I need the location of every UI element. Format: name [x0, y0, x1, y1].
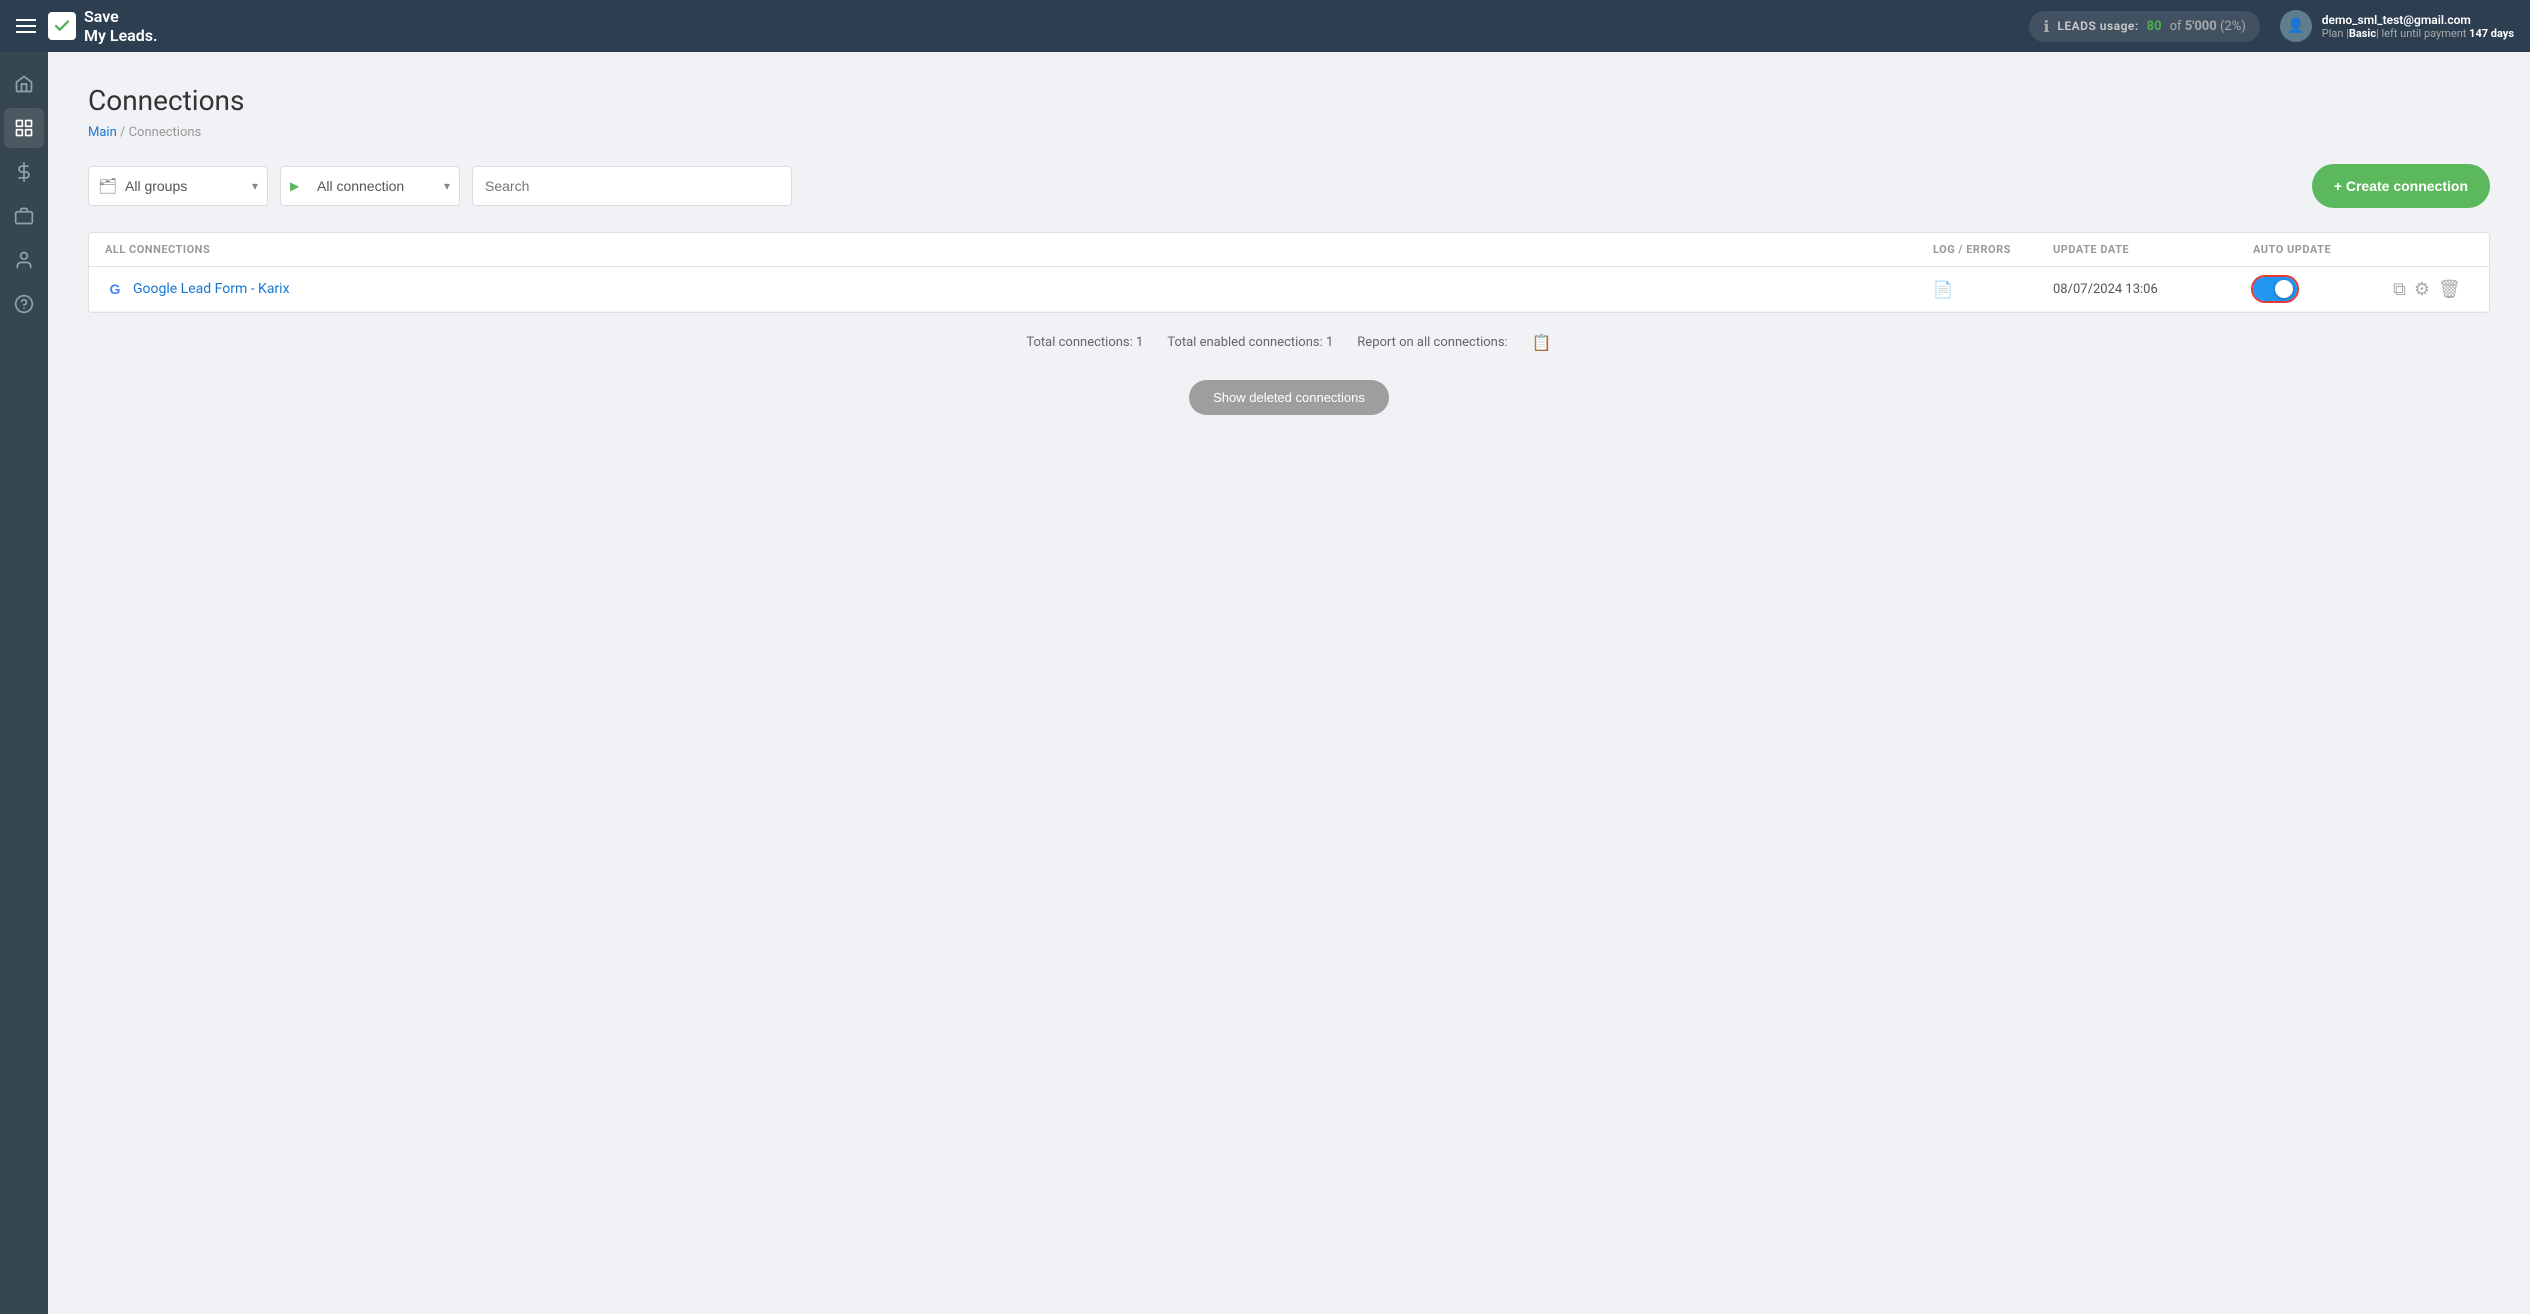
search-input[interactable]	[472, 166, 792, 206]
report-label: Report on all connections:	[1357, 335, 1507, 350]
toolbar: 🗂 All groups ▾ ▶ All connection ▾ + Crea…	[88, 164, 2490, 208]
user-email: demo_sml_test@gmail.com	[2322, 13, 2514, 27]
log-document-icon[interactable]: 📄	[1933, 280, 1953, 299]
col-log-errors: LOG / ERRORS	[1933, 243, 2053, 256]
col-name: ALL CONNECTIONS	[105, 243, 1933, 256]
total-connections: Total connections: 1	[1026, 335, 1143, 350]
user-plan: Plan |Basic| left until payment 147 days	[2322, 27, 2514, 40]
logo: Save My Leads.	[48, 7, 158, 45]
user-info: 👤 demo_sml_test@gmail.com Plan |Basic| l…	[2280, 10, 2514, 42]
hamburger-menu-icon[interactable]	[16, 19, 36, 33]
avatar: 👤	[2280, 10, 2312, 42]
connection-name: G Google Lead Form - Karix	[105, 279, 1933, 299]
connection-filter-select[interactable]: All connection	[280, 166, 460, 206]
sidebar-item-connections[interactable]	[4, 108, 44, 148]
copy-icon[interactable]: ⧉	[2393, 279, 2406, 300]
show-deleted-container: Show deleted connections	[88, 380, 2490, 415]
col-actions	[2393, 243, 2473, 256]
topbar: Save My Leads. ℹ LEADS usage: 80 of 5'00…	[0, 0, 2530, 52]
content: Connections Main / Connections 🗂 All gro…	[48, 52, 2530, 1314]
page-title: Connections	[88, 84, 2490, 117]
leads-usage: ℹ LEADS usage: 80 of 5'000 (2%)	[2029, 11, 2259, 42]
sidebar-item-account[interactable]	[4, 240, 44, 280]
leads-current: 80	[2147, 19, 2162, 34]
search-wrapper	[472, 166, 792, 206]
col-update-date: UPDATE DATE	[2053, 243, 2253, 256]
user-details: demo_sml_test@gmail.com Plan |Basic| lef…	[2322, 13, 2514, 40]
show-deleted-button[interactable]: Show deleted connections	[1189, 380, 1389, 415]
connection-link[interactable]: Google Lead Form - Karix	[133, 281, 290, 297]
logo-icon	[48, 12, 76, 40]
update-date-cell: 08/07/2024 13:06	[2053, 282, 2253, 297]
settings-icon[interactable]: ⚙	[2414, 279, 2430, 300]
row-actions: ⧉ ⚙ 🗑	[2393, 279, 2473, 300]
sidebar	[0, 52, 48, 1314]
connection-filter-wrapper: ▶ All connection ▾	[280, 166, 460, 206]
info-icon: ℹ	[2043, 17, 2049, 36]
topbar-left: Save My Leads.	[16, 7, 158, 45]
sidebar-item-home[interactable]	[4, 64, 44, 104]
sidebar-item-help[interactable]	[4, 284, 44, 324]
breadcrumb-current: Connections	[129, 125, 202, 140]
report-icon[interactable]: 📋	[1532, 333, 1552, 352]
layout: Connections Main / Connections 🗂 All gro…	[0, 52, 2530, 1314]
total-enabled: Total enabled connections: 1	[1167, 335, 1333, 350]
breadcrumb-main[interactable]: Main	[88, 125, 117, 140]
leads-total: of 5'000 (2%)	[2170, 19, 2246, 34]
create-connection-button[interactable]: + Create connection	[2312, 164, 2490, 208]
groups-select[interactable]: All groups	[88, 166, 268, 206]
breadcrumb: Main / Connections	[88, 125, 2490, 140]
leads-label: LEADS usage:	[2057, 19, 2138, 33]
stats-row: Total connections: 1 Total enabled conne…	[88, 313, 2490, 372]
topbar-right: ℹ LEADS usage: 80 of 5'000 (2%) 👤 demo_s…	[2029, 10, 2514, 42]
logo-text: Save My Leads.	[84, 7, 158, 45]
connections-table: ALL CONNECTIONS LOG / ERRORS UPDATE DATE…	[88, 232, 2490, 313]
toggle-container	[2253, 277, 2393, 301]
sidebar-item-briefcase[interactable]	[4, 196, 44, 236]
table-header: ALL CONNECTIONS LOG / ERRORS UPDATE DATE…	[89, 233, 2489, 267]
delete-icon[interactable]: 🗑	[2438, 279, 2461, 300]
log-errors-cell: 📄	[1933, 280, 2053, 299]
col-auto-update: AUTO UPDATE	[2253, 243, 2393, 256]
auto-update-toggle[interactable]	[2253, 277, 2297, 301]
groups-select-wrapper: 🗂 All groups ▾	[88, 166, 268, 206]
table-row: G Google Lead Form - Karix 📄 08/07/2024 …	[89, 267, 2489, 312]
sidebar-item-billing[interactable]	[4, 152, 44, 192]
google-icon: G	[105, 279, 125, 299]
